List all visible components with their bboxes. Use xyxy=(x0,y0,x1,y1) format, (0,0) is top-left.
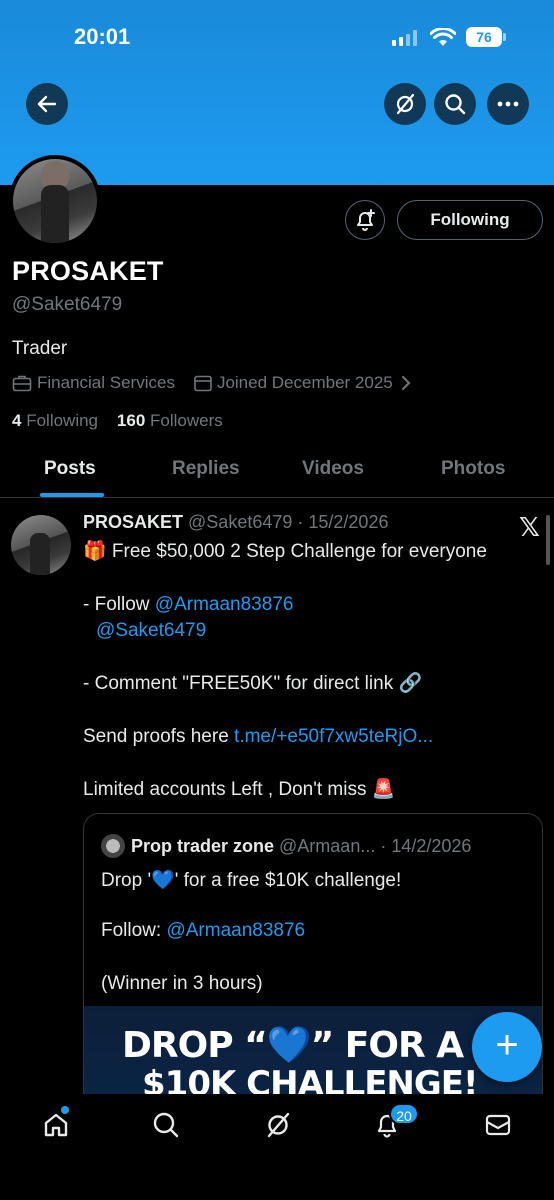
status-bar: 20:01 76 xyxy=(0,22,554,54)
quoted-author-name: Prop trader zone xyxy=(131,835,275,856)
bottom-nav: 20 xyxy=(0,1094,554,1200)
profile-joined: Joined December 2025 xyxy=(216,373,393,392)
scrollbar[interactable] xyxy=(546,515,550,565)
profile-name: PROSAKET xyxy=(12,256,164,286)
nav-messages[interactable] xyxy=(483,1110,513,1140)
home-unread-dot xyxy=(61,1106,69,1114)
quoted-post-date: · 14/2/2026 xyxy=(380,835,472,856)
quoted-author-handle: @Armaan... xyxy=(279,835,376,856)
quoted-line-2: Follow: @Armaan83876 xyxy=(101,920,305,942)
wifi-icon xyxy=(430,28,456,46)
search-icon xyxy=(445,94,466,115)
following-button[interactable]: Following xyxy=(397,200,543,240)
notify-bell-button[interactable] xyxy=(345,200,385,240)
post-line-1: 🎁 Free $50,000 2 Step Challenge for ever… xyxy=(83,541,487,562)
nav-home[interactable] xyxy=(41,1110,71,1140)
nav-grok[interactable] xyxy=(263,1110,293,1140)
post-header: PROSAKET @Saket6479 · 15/2/2026 xyxy=(83,512,388,533)
more-button[interactable] xyxy=(487,83,529,125)
profile-meta: Financial Services Joined December 2025 xyxy=(12,373,413,393)
mail-icon xyxy=(485,1114,511,1136)
notifications-badge: 20 xyxy=(389,1103,419,1125)
briefcase-icon xyxy=(12,375,32,392)
more-icon xyxy=(497,101,519,107)
followers-label: Followers xyxy=(150,411,223,430)
search-button[interactable] xyxy=(434,83,476,125)
mention-armaan[interactable]: @Armaan83876 xyxy=(155,594,294,615)
profile-category[interactable]: Financial Services xyxy=(37,373,175,393)
post-line-2b: @Saket6479 xyxy=(96,618,554,644)
followers-count: 160 xyxy=(116,411,146,430)
bell-plus-icon xyxy=(357,209,375,231)
post-author-name[interactable]: PROSAKET xyxy=(83,512,183,532)
quoted-post[interactable]: Prop trader zone @Armaan... · 14/2/2026 … xyxy=(83,813,543,1113)
quoted-line-3: (Winner in 3 hours) xyxy=(101,973,263,994)
post-link[interactable]: t.me/+e50f7xw5teRjO... xyxy=(234,726,433,747)
profile-tabs: Posts Replies Videos Photos xyxy=(0,448,554,498)
status-time: 20:01 xyxy=(74,24,131,49)
tab-photos[interactable]: Photos xyxy=(441,458,505,480)
image-text-line-1: DROP “💙” FOR A FR xyxy=(122,1025,526,1066)
profile-bio: Trader xyxy=(12,338,68,359)
tab-posts[interactable]: Posts xyxy=(44,458,96,480)
profile-handle: @Saket6479 xyxy=(12,294,123,315)
post-line-2: - Follow @Armaan83876 xyxy=(83,592,543,618)
quoted-post-header: Prop trader zone @Armaan... · 14/2/2026 xyxy=(101,834,471,858)
grok-button[interactable] xyxy=(384,83,426,125)
post-follow-prefix: - Follow xyxy=(83,594,155,615)
chevron-right-icon[interactable] xyxy=(399,375,413,391)
quoted-author-avatar xyxy=(101,834,125,858)
post-author-avatar[interactable] xyxy=(11,515,71,575)
post-proofs-prefix: Send proofs here xyxy=(83,726,235,747)
calendar-icon xyxy=(194,375,212,392)
home-icon xyxy=(44,1113,68,1137)
follow-counts: 4 Following 160 Followers xyxy=(12,411,223,431)
following-count: 4 xyxy=(12,411,22,430)
grok-icon xyxy=(396,93,415,115)
search-icon xyxy=(153,1112,179,1138)
compose-button[interactable]: + xyxy=(472,1012,542,1082)
arrow-left-icon xyxy=(37,95,57,113)
quoted-follow-prefix: Follow: xyxy=(101,920,167,941)
mention-saket[interactable]: @Saket6479 xyxy=(96,620,206,641)
post-line-5: Limited accounts Left , Don't miss 🚨 xyxy=(83,779,396,800)
battery-tip xyxy=(503,33,506,41)
grok-icon xyxy=(267,1112,290,1138)
back-button[interactable] xyxy=(26,83,68,125)
followers-link[interactable]: 160 Followers xyxy=(117,411,223,430)
nav-search[interactable] xyxy=(151,1110,181,1140)
quoted-mention[interactable]: @Armaan83876 xyxy=(166,920,305,941)
quoted-line-1: Drop '💙' for a free $10K challenge! xyxy=(101,870,402,891)
following-link[interactable]: 4 Following xyxy=(12,411,98,430)
signal-icon xyxy=(392,30,417,46)
tab-videos[interactable]: Videos xyxy=(302,458,364,480)
tab-replies[interactable]: Replies xyxy=(172,458,240,480)
battery-indicator: 76 xyxy=(466,27,502,47)
post-date: · 15/2/2026 xyxy=(297,512,389,532)
post-line-4: Send proofs here t.me/+e50f7xw5teRjO... xyxy=(83,724,543,750)
following-label: Following xyxy=(26,411,99,430)
post-author-handle: @Saket6479 xyxy=(188,512,293,532)
active-tab-indicator xyxy=(40,493,104,497)
profile-avatar[interactable] xyxy=(9,155,101,247)
post-line-3: - Comment "FREE50K" for direct link 🔗 xyxy=(83,673,423,694)
